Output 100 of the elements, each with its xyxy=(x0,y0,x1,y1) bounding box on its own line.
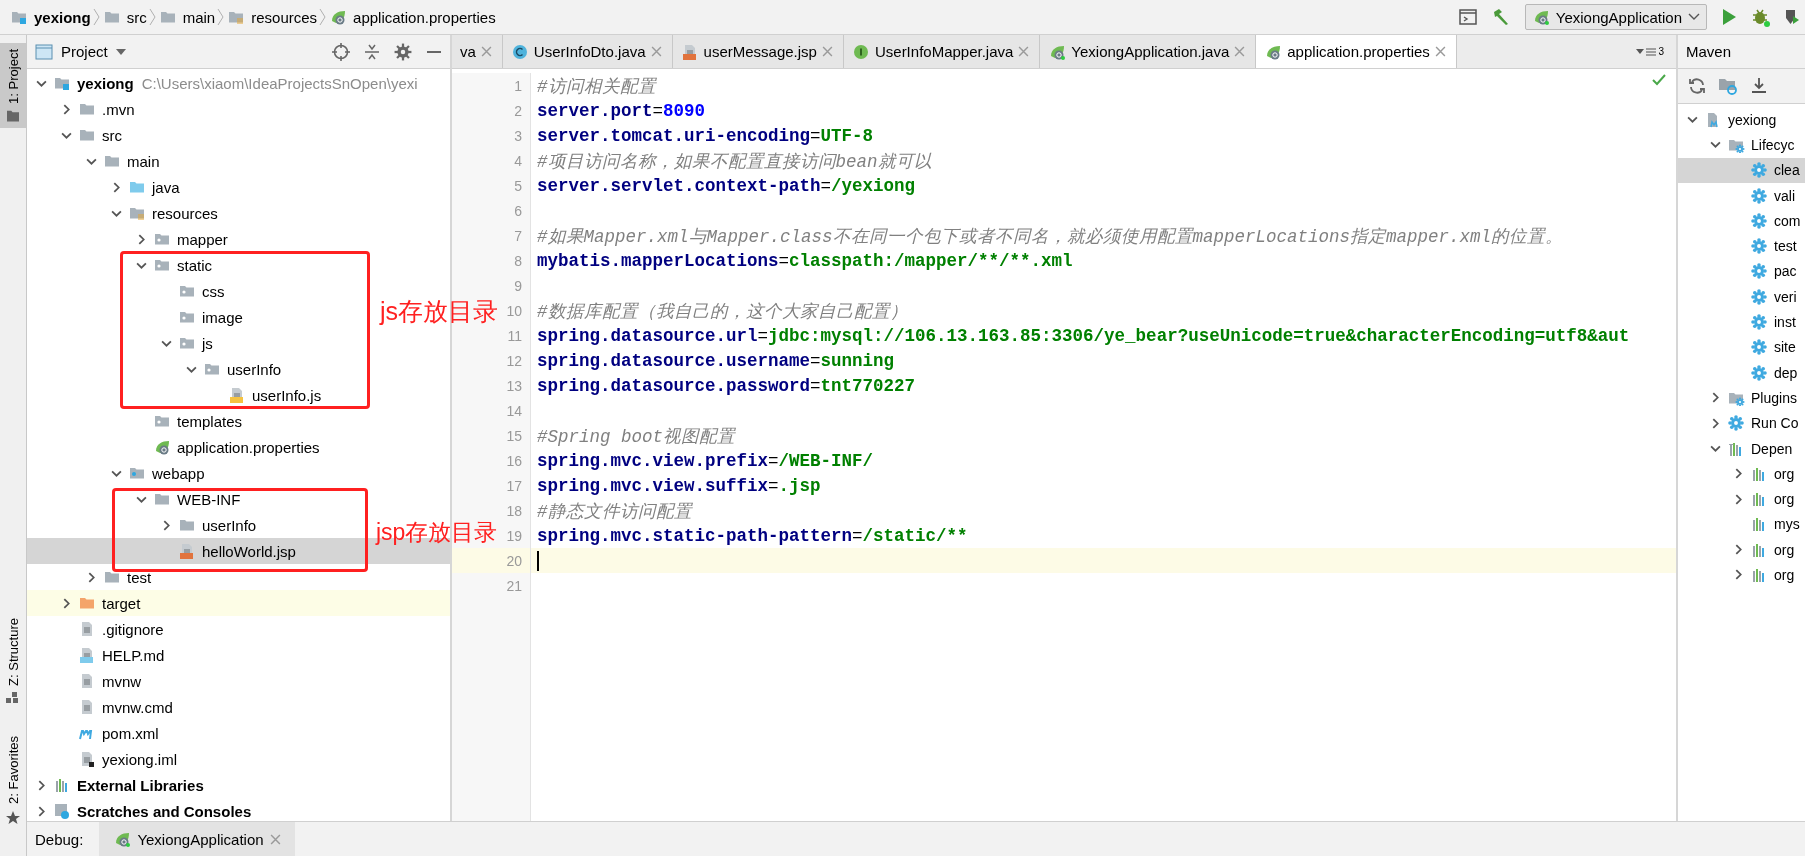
tree-item[interactable]: mys xyxy=(1730,511,1800,538)
tree-item[interactable]: Plugins xyxy=(1707,385,1797,411)
tree-item[interactable]: Run Co xyxy=(1707,410,1799,436)
caret-icon xyxy=(1688,13,1700,21)
bug-icon[interactable] xyxy=(1751,7,1771,27)
coverage-icon[interactable] xyxy=(1785,8,1799,26)
tree-item[interactable]: pac xyxy=(1730,258,1797,285)
code-comment: #项目访问名称，如果不配置直接访问bean就可以 xyxy=(536,150,932,173)
tree-item[interactable]: yexiong.iml xyxy=(58,746,178,772)
line-number: 14 xyxy=(506,402,522,419)
tree-item[interactable]: test xyxy=(1730,233,1797,259)
breadcrumb-item[interactable]: yexiong xyxy=(34,8,91,26)
tree-item[interactable]: application.properties xyxy=(133,434,320,460)
tree-item[interactable]: pom.xml xyxy=(58,720,159,746)
tree-item[interactable]: test xyxy=(83,564,152,590)
resource-folder-icon xyxy=(227,9,246,25)
tree-item[interactable]: .gitignore xyxy=(58,616,164,642)
folder-icon xyxy=(103,153,121,169)
gear-icon xyxy=(1727,415,1745,432)
tree-item[interactable]: org xyxy=(1730,461,1795,487)
tree-item[interactable]: userInfo.js xyxy=(208,382,322,408)
spring-app-icon xyxy=(1048,43,1067,60)
annotation-text: js存放目录 xyxy=(380,297,499,326)
settings-icon[interactable] xyxy=(394,42,412,61)
line-number: 20 xyxy=(506,552,522,569)
collapse-all-icon[interactable] xyxy=(364,42,380,61)
panel-title: Maven xyxy=(1678,35,1805,69)
tree-item[interactable]: WEB-INF xyxy=(133,486,241,512)
breadcrumb-item[interactable]: main xyxy=(182,8,216,26)
tree-item[interactable]: userInfo xyxy=(158,512,257,538)
folder-icon xyxy=(102,9,121,25)
tool-window-tab[interactable]: Z: Structure xyxy=(0,612,26,711)
tool-window-tab[interactable]: 1: Project xyxy=(0,43,26,128)
line-number: 5 xyxy=(514,177,522,194)
breadcrumb-item[interactable]: application.properties xyxy=(353,8,496,26)
tab-overflow-button[interactable]: 3 xyxy=(1624,35,1676,68)
breadcrumb-item[interactable]: src xyxy=(126,8,147,26)
tree-item[interactable]: userInfo xyxy=(183,356,282,382)
tree-item[interactable]: main xyxy=(83,148,160,174)
download-icon[interactable] xyxy=(1750,77,1768,95)
tree-item[interactable]: org xyxy=(1730,537,1795,563)
gear-icon xyxy=(1750,288,1768,305)
tree-item[interactable]: HELP.md xyxy=(58,642,165,668)
tree-item[interactable]: src xyxy=(58,122,122,148)
tool-window-tab[interactable]: 2: Favorites xyxy=(0,730,26,832)
debug-tab[interactable]: YexiongApplication xyxy=(99,822,295,856)
locate-icon[interactable] xyxy=(332,42,350,61)
tree-item[interactable]: js xyxy=(158,330,213,356)
editor-tab[interactable]: userMessage.jsp xyxy=(672,35,844,68)
tree-item[interactable]: org xyxy=(1730,562,1795,588)
editor-tab[interactable]: application.properties xyxy=(1256,35,1457,68)
folder-icon xyxy=(153,413,171,429)
breadcrumb-item[interactable]: resources xyxy=(251,8,318,26)
chevron-icon[interactable] xyxy=(1686,114,1698,126)
run-config-dropdown[interactable]: YexiongApplication xyxy=(1524,4,1707,30)
refresh-icon[interactable] xyxy=(1688,77,1706,95)
tree-item[interactable]: mapper xyxy=(133,226,228,252)
run-icon[interactable] xyxy=(1721,8,1737,26)
chevron-icon[interactable] xyxy=(1709,443,1721,454)
tree-item[interactable]: Lifecyc xyxy=(1707,132,1795,158)
tree-item[interactable]: image xyxy=(158,304,243,330)
tree-item[interactable]: site xyxy=(1730,334,1796,360)
tree-item[interactable]: static xyxy=(133,252,212,278)
tree-item[interactable]: resources xyxy=(108,200,218,226)
tree-item[interactable]: yexiong xyxy=(1684,107,1777,133)
tree-item[interactable]: org xyxy=(1730,486,1795,512)
tree-item[interactable]: webapp xyxy=(108,460,205,486)
tree-item[interactable]: yexiong xyxy=(33,70,134,96)
close-icon[interactable] xyxy=(1434,46,1446,57)
gear-icon xyxy=(1750,339,1768,356)
editor-tab[interactable]: UserInfoMapper.java xyxy=(843,35,1041,68)
tree-item[interactable]: css xyxy=(158,278,225,304)
tree-item[interactable]: java xyxy=(108,174,180,200)
tree-item[interactable]: .mvn xyxy=(58,96,135,122)
tree-item[interactable]: Scratches and Consoles xyxy=(33,798,252,821)
tree-item[interactable]: External Libraries xyxy=(33,772,204,798)
editor-tab[interactable]: YexiongApplication.java xyxy=(1040,35,1257,68)
editor-tab[interactable]: UserInfoDto.java xyxy=(502,35,673,68)
tree-item[interactable]: dep xyxy=(1730,359,1798,386)
tree-item[interactable]: veri xyxy=(1730,284,1797,310)
code-line: spring.datasource.username=sunning xyxy=(536,350,895,371)
folder-icon xyxy=(178,283,196,299)
tree-item[interactable]: templates xyxy=(133,408,243,434)
terminal-icon[interactable] xyxy=(1458,9,1477,25)
tree-item[interactable]: mvnw.cmd xyxy=(58,694,173,720)
tree-item[interactable]: Depen xyxy=(1707,435,1793,462)
caret-icon xyxy=(1636,49,1645,54)
window-icon xyxy=(35,43,53,60)
project-path: C:\Users\xiaom\IdeaProjectsSnOpen\yexi xyxy=(141,74,418,92)
project-view-selector[interactable]: Project xyxy=(35,43,126,60)
code-line: spring.datasource.url=jdbc:mysql://106.13.163.85:3306/ye_bear?useUnicode=true&characterEncoding=utf8&aut xyxy=(536,325,1630,346)
chevron-icon[interactable] xyxy=(1709,139,1721,151)
gear-icon xyxy=(1750,162,1768,179)
tree-item[interactable]: com xyxy=(1730,208,1801,234)
code-line: server.servlet.context-path=/yexiong xyxy=(536,175,916,196)
editor-tab[interactable]: va xyxy=(452,35,503,68)
tree-item[interactable]: target xyxy=(58,590,141,616)
tree-item[interactable]: mvnw xyxy=(58,668,142,694)
tree-item[interactable]: inst xyxy=(1730,309,1796,335)
tree-item[interactable]: vali xyxy=(1730,182,1795,209)
